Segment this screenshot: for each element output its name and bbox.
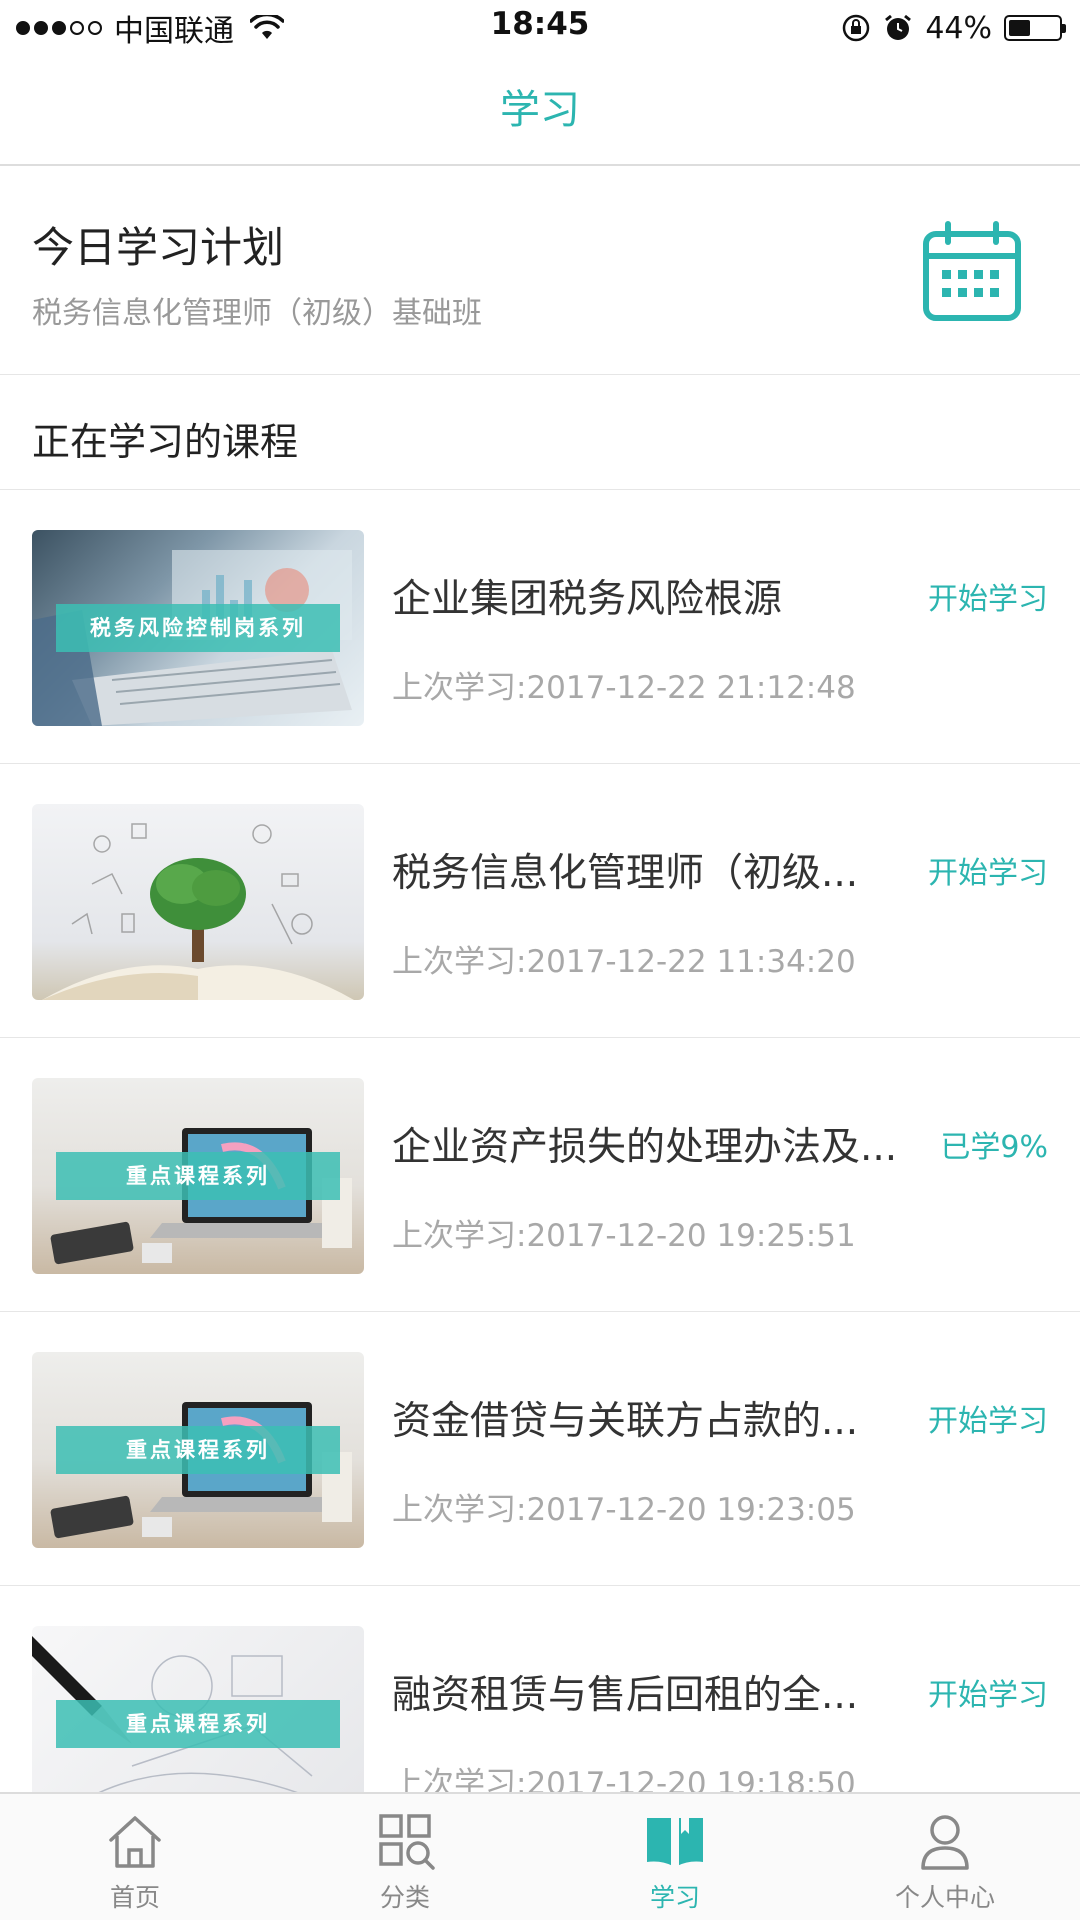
course-thumbnail[interactable]: 重点课程系列 xyxy=(32,1352,364,1548)
start-learning-button[interactable]: 开始学习 xyxy=(928,574,1048,618)
tab-label: 个人中心 xyxy=(894,1883,995,1912)
thumbnail-ribbon: 重点课程系列 xyxy=(56,1152,340,1200)
start-learning-button[interactable]: 开始学习 xyxy=(928,1670,1048,1714)
start-learning-button[interactable]: 开始学习 xyxy=(928,848,1048,892)
course-item[interactable]: 重点课程系列 企业资产损失的处理办法及... 已学9% 上次学习:2017-12… xyxy=(0,1038,1080,1312)
status-bar: 中国联通 18:45 44% xyxy=(0,0,1080,54)
section-title: 正在学习的课程 xyxy=(32,420,299,464)
battery-percent: 44% xyxy=(925,10,992,46)
daily-plan-card[interactable]: 今日学习计划 税务信息化管理师（初级）基础班 xyxy=(0,168,1080,375)
course-item[interactable]: 税务信息化管理师（初级... 开始学习 上次学习:2017-12-22 11:3… xyxy=(0,764,1080,1038)
progress-label[interactable]: 已学9% xyxy=(940,1122,1048,1166)
course-title[interactable]: 企业资产损失的处理办法及... xyxy=(392,1116,932,1172)
last-studied-time: 上次学习:2017-12-22 11:34:20 xyxy=(392,944,856,980)
status-right: 44% xyxy=(841,8,1066,48)
course-item[interactable]: 重点课程系列 融资租赁与售后回租的全... 开始学习 上次学习:2017-12-… xyxy=(0,1586,1080,1792)
thumbnail-ribbon: 税务风险控制岗系列 xyxy=(56,604,340,652)
course-list[interactable]: 税务风险控制岗系列 企业集团税务风险根源 开始学习 上次学习:2017-12-2… xyxy=(0,490,1080,1792)
home-icon xyxy=(109,1816,161,1868)
tab-bar: 首页 分类 学习 个人中心 xyxy=(0,1792,1080,1920)
course-item[interactable]: 重点课程系列 资金借贷与关联方占款的... 开始学习 上次学习:2017-12-… xyxy=(0,1312,1080,1586)
tab-label: 分类 xyxy=(379,1883,430,1912)
book-icon xyxy=(647,1814,703,1870)
course-thumbnail[interactable]: 重点课程系列 xyxy=(32,1626,364,1792)
tab-label: 首页 xyxy=(109,1883,160,1912)
battery-fill xyxy=(1009,20,1030,36)
tab-label: 学习 xyxy=(649,1883,700,1912)
thumbnail-ribbon: 重点课程系列 xyxy=(56,1426,340,1474)
battery-icon xyxy=(1004,15,1066,41)
nav-bar: 学习 xyxy=(0,54,1080,166)
orientation-lock-icon xyxy=(843,14,870,42)
page-title: 学习 xyxy=(500,87,580,133)
tree-book-illustration xyxy=(42,823,354,1000)
tab-home[interactable]: 首页 xyxy=(0,1794,270,1920)
course-title[interactable]: 企业集团税务风险根源 xyxy=(392,568,932,624)
person-icon xyxy=(921,1815,969,1870)
tab-category[interactable]: 分类 xyxy=(270,1794,540,1920)
alarm-icon xyxy=(885,14,912,40)
course-thumbnail[interactable]: 重点课程系列 xyxy=(32,1078,364,1274)
last-studied-time: 上次学习:2017-12-20 19:23:05 xyxy=(392,1492,856,1528)
plan-subtitle: 税务信息化管理师（初级）基础班 xyxy=(32,296,482,331)
category-icon xyxy=(379,1814,435,1870)
tab-profile[interactable]: 个人中心 xyxy=(810,1794,1080,1920)
section-header: 正在学习的课程 xyxy=(0,375,1080,490)
course-title[interactable]: 税务信息化管理师（初级... xyxy=(392,842,932,898)
calendar-icon[interactable] xyxy=(920,220,1024,324)
course-title[interactable]: 融资租赁与售后回租的全... xyxy=(392,1664,932,1720)
course-item[interactable]: 税务风险控制岗系列 企业集团税务风险根源 开始学习 上次学习:2017-12-2… xyxy=(0,490,1080,764)
start-learning-button[interactable]: 开始学习 xyxy=(928,1396,1048,1440)
last-studied-time: 上次学习:2017-12-20 19:18:50 xyxy=(392,1766,856,1792)
thumbnail-ribbon: 重点课程系列 xyxy=(56,1700,340,1748)
last-studied-time: 上次学习:2017-12-22 21:12:48 xyxy=(392,670,856,706)
course-thumbnail[interactable]: 税务风险控制岗系列 xyxy=(32,530,364,726)
tab-study[interactable]: 学习 xyxy=(540,1794,810,1920)
plan-title: 今日学习计划 xyxy=(32,223,285,272)
course-title[interactable]: 资金借贷与关联方占款的... xyxy=(392,1390,932,1446)
last-studied-time: 上次学习:2017-12-20 19:25:51 xyxy=(392,1218,856,1254)
course-thumbnail[interactable] xyxy=(32,804,364,1000)
